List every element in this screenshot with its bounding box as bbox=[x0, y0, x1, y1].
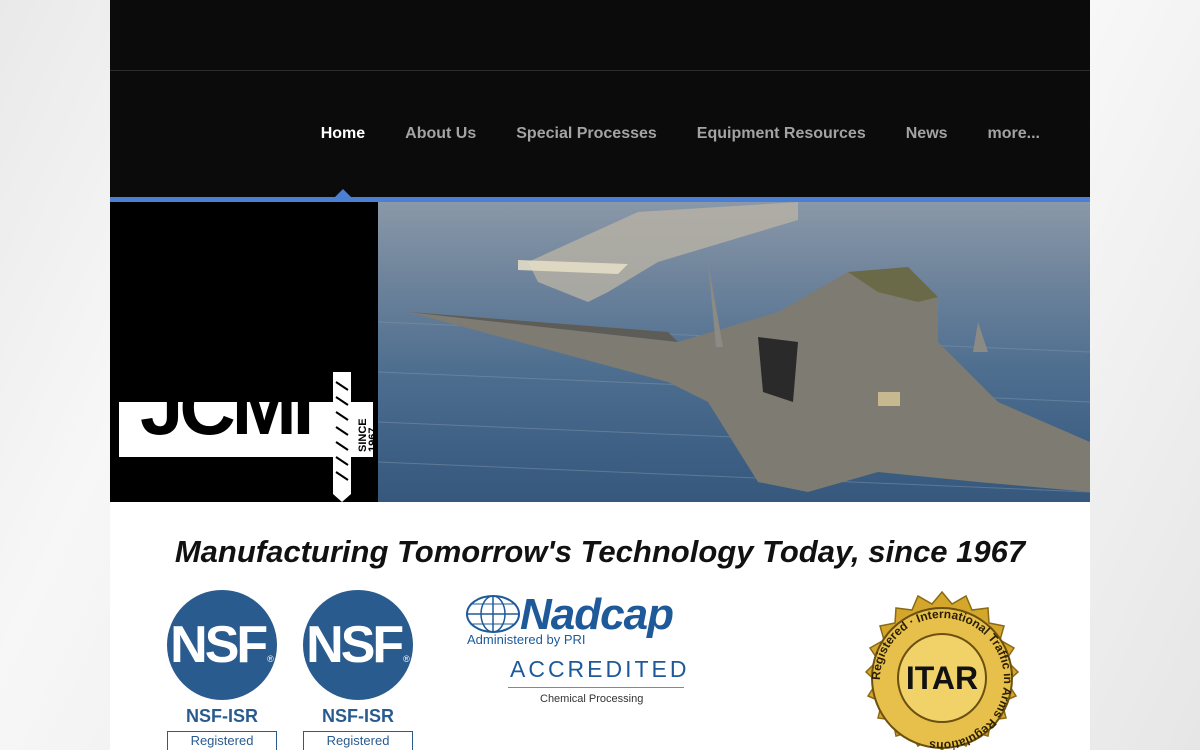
nsf-label: NSF-ISR bbox=[322, 706, 394, 726]
itar-seal-graphic: Registered · International Traffic in Ar… bbox=[864, 590, 1020, 750]
nav-item-equipment-resources[interactable]: Equipment Resources bbox=[687, 71, 876, 197]
nadcap-administered-by: Administered by PRI bbox=[467, 632, 586, 647]
nsf-isr-badge-2[interactable]: NSF ® NSF-ISR Registered bbox=[302, 590, 414, 750]
nsf-mark: NSF bbox=[170, 616, 268, 674]
divider bbox=[508, 687, 684, 688]
logo-letters: JCMI bbox=[140, 363, 310, 451]
jet-photo-graphic bbox=[378, 202, 1090, 493]
itar-registered-seal[interactable]: Registered · International Traffic in Ar… bbox=[850, 590, 1034, 750]
logo-year: 1967 bbox=[367, 428, 378, 452]
nadcap-scope: Chemical Processing bbox=[540, 693, 644, 705]
nsf-label: NSF-ISR bbox=[186, 706, 258, 726]
nsf-registered-box: Registered bbox=[303, 731, 413, 750]
jcmi-logo[interactable]: JCMI SINCE 1967 bbox=[110, 202, 379, 502]
nav-item-about-us[interactable]: About Us bbox=[395, 71, 486, 197]
nav-item-news[interactable]: News bbox=[896, 71, 958, 197]
jcmi-logo-graphic: JCMI SINCE 1967 bbox=[119, 363, 379, 502]
nsf-logo-circle: NSF ® bbox=[303, 590, 413, 700]
nsf-isr-badge-1[interactable]: NSF ® NSF-ISR Registered bbox=[166, 590, 278, 750]
itar-center-text: ITAR bbox=[906, 660, 978, 696]
hero-banner: JCMI SINCE 1967 bbox=[110, 202, 1090, 502]
nadcap-accredited: ACCREDITED bbox=[510, 656, 690, 682]
nsf-registered-box: Registered bbox=[167, 731, 277, 750]
nav-item-more[interactable]: more... bbox=[978, 71, 1050, 197]
nsf-mark: NSF bbox=[306, 616, 404, 674]
nav-menu: Home About Us Special Processes Equipmen… bbox=[301, 71, 1060, 197]
globe-icon bbox=[466, 595, 520, 633]
nsf-logo-circle: NSF ® bbox=[167, 590, 277, 700]
tagline: Manufacturing Tomorrow's Technology Toda… bbox=[174, 534, 1026, 569]
nav-item-home[interactable]: Home bbox=[311, 71, 375, 197]
top-bar bbox=[110, 0, 1090, 71]
hero-photo-jet bbox=[378, 202, 1090, 502]
nav-item-special-processes[interactable]: Special Processes bbox=[506, 71, 667, 197]
page: Home About Us Special Processes Equipmen… bbox=[110, 0, 1090, 750]
main-navigation: Home About Us Special Processes Equipmen… bbox=[110, 71, 1090, 197]
